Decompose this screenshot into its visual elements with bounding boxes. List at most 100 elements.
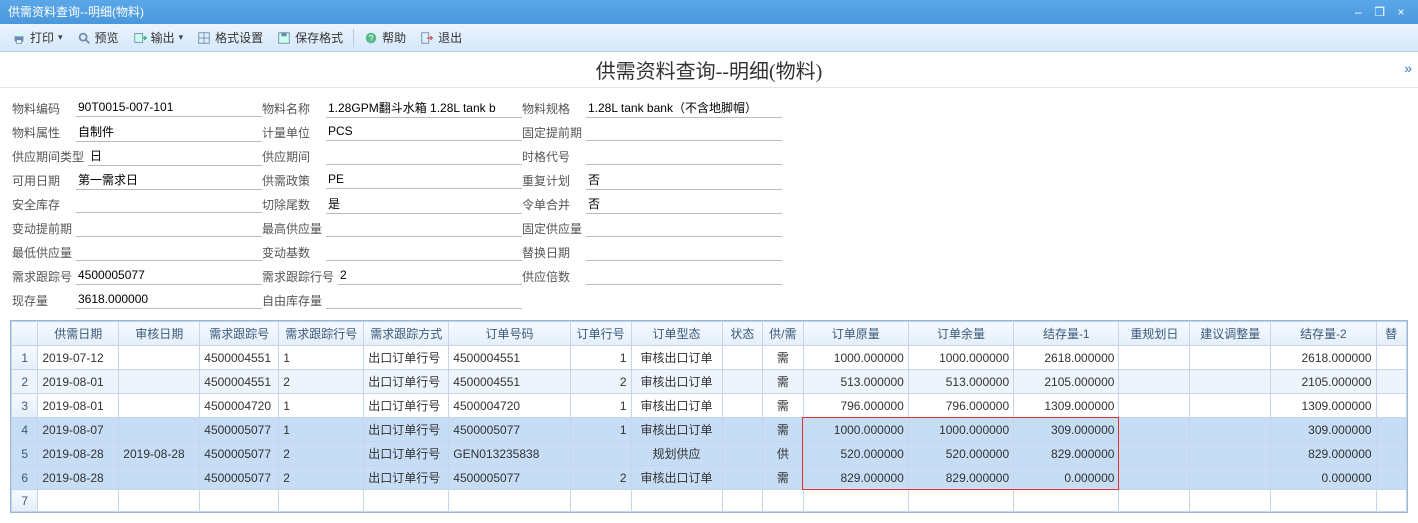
- table-cell[interactable]: 2019-08-28: [38, 466, 119, 490]
- table-cell[interactable]: 出口订单行号: [364, 370, 449, 394]
- table-cell[interactable]: [722, 394, 762, 418]
- table-cell[interactable]: 4500005077: [449, 466, 570, 490]
- table-cell[interactable]: GEN013235838: [449, 442, 570, 466]
- table-cell[interactable]: 4500004720: [449, 394, 570, 418]
- table-cell[interactable]: [763, 490, 803, 512]
- table-cell[interactable]: [722, 370, 762, 394]
- table-cell[interactable]: [119, 370, 200, 394]
- table-cell[interactable]: [1119, 370, 1190, 394]
- table-cell[interactable]: [449, 490, 570, 512]
- table-cell[interactable]: 需: [763, 370, 803, 394]
- table-cell[interactable]: [1190, 394, 1271, 418]
- column-header[interactable]: 需求跟踪号: [200, 322, 279, 346]
- table-cell[interactable]: 1: [279, 346, 364, 370]
- table-cell[interactable]: 829.000000: [908, 466, 1013, 490]
- table-cell[interactable]: 需: [763, 346, 803, 370]
- row-number[interactable]: 2: [12, 370, 38, 394]
- table-cell[interactable]: 审核出口订单: [631, 466, 722, 490]
- table-cell[interactable]: 审核出口订单: [631, 370, 722, 394]
- table-cell[interactable]: [722, 490, 762, 512]
- table-cell[interactable]: 2019-08-28: [119, 442, 200, 466]
- table-cell[interactable]: [119, 394, 200, 418]
- column-header[interactable]: 需求跟踪行号: [279, 322, 364, 346]
- table-cell[interactable]: 1: [279, 394, 364, 418]
- form-value[interactable]: 2: [338, 268, 522, 285]
- table-cell[interactable]: 2618.000000: [1014, 346, 1119, 370]
- table-cell[interactable]: 2105.000000: [1014, 370, 1119, 394]
- table-cell[interactable]: [119, 466, 200, 490]
- table-cell[interactable]: 4500005077: [200, 418, 279, 442]
- table-cell[interactable]: 796.000000: [908, 394, 1013, 418]
- column-header[interactable]: 订单行号: [570, 322, 631, 346]
- table-cell[interactable]: 1: [570, 394, 631, 418]
- form-value[interactable]: 自制件: [76, 123, 262, 142]
- table-cell[interactable]: [1190, 418, 1271, 442]
- table-cell[interactable]: 2105.000000: [1271, 370, 1376, 394]
- form-value[interactable]: [586, 148, 782, 165]
- form-value[interactable]: [586, 124, 782, 141]
- form-value[interactable]: 日: [88, 147, 262, 166]
- table-cell[interactable]: 审核出口订单: [631, 394, 722, 418]
- column-header[interactable]: [12, 322, 38, 346]
- table-cell[interactable]: 2019-08-01: [38, 370, 119, 394]
- row-number[interactable]: 5: [12, 442, 38, 466]
- table-cell[interactable]: 1000.000000: [803, 346, 908, 370]
- column-header[interactable]: 状态: [722, 322, 762, 346]
- table-cell[interactable]: 1000.000000: [908, 346, 1013, 370]
- table-cell[interactable]: 829.000000: [1014, 442, 1119, 466]
- table-cell[interactable]: [722, 346, 762, 370]
- column-header[interactable]: 供需日期: [38, 322, 119, 346]
- form-value[interactable]: 3618.000000: [76, 292, 262, 309]
- table-cell[interactable]: 1: [279, 418, 364, 442]
- table-cell[interactable]: 需: [763, 466, 803, 490]
- form-value[interactable]: 第一需求日: [76, 171, 262, 190]
- table-cell[interactable]: [1119, 442, 1190, 466]
- table-cell[interactable]: [1376, 394, 1406, 418]
- table-cell[interactable]: 4500005077: [200, 442, 279, 466]
- table-cell[interactable]: 2019-08-01: [38, 394, 119, 418]
- table-cell[interactable]: 2019-08-07: [38, 418, 119, 442]
- table-cell[interactable]: 出口订单行号: [364, 346, 449, 370]
- table-cell[interactable]: 513.000000: [803, 370, 908, 394]
- table-cell[interactable]: [722, 418, 762, 442]
- table-cell[interactable]: 520.000000: [803, 442, 908, 466]
- table-cell[interactable]: [1271, 490, 1376, 512]
- table-cell[interactable]: [1376, 418, 1406, 442]
- row-number[interactable]: 7: [12, 490, 38, 512]
- column-header[interactable]: 订单原量: [803, 322, 908, 346]
- table-row[interactable]: 7: [12, 490, 1407, 512]
- column-header[interactable]: 需求跟踪方式: [364, 322, 449, 346]
- form-value[interactable]: PE: [326, 172, 522, 189]
- form-value[interactable]: [76, 220, 262, 237]
- maximize-button[interactable]: ❐: [1371, 0, 1389, 24]
- form-value[interactable]: 1.28GPM翻斗水箱 1.28L tank b: [326, 99, 522, 118]
- table-cell[interactable]: [1376, 490, 1406, 512]
- table-row[interactable]: 22019-08-0145000045512出口订单行号45000045512审…: [12, 370, 1407, 394]
- table-cell[interactable]: 出口订单行号: [364, 466, 449, 490]
- table-cell[interactable]: 1000.000000: [803, 418, 908, 442]
- table-cell[interactable]: 出口订单行号: [364, 418, 449, 442]
- data-grid[interactable]: 供需日期审核日期需求跟踪号需求跟踪行号需求跟踪方式订单号码订单行号订单型态状态供…: [11, 321, 1407, 512]
- form-value[interactable]: [326, 148, 522, 165]
- table-cell[interactable]: 出口订单行号: [364, 394, 449, 418]
- table-cell[interactable]: [1376, 346, 1406, 370]
- column-header[interactable]: 订单余量: [908, 322, 1013, 346]
- format-button[interactable]: 格式设置: [191, 27, 269, 48]
- column-header[interactable]: 订单号码: [449, 322, 570, 346]
- form-value[interactable]: 否: [586, 171, 782, 190]
- table-cell[interactable]: [1119, 490, 1190, 512]
- table-row[interactable]: 42019-08-0745000050771出口订单行号45000050771审…: [12, 418, 1407, 442]
- table-cell[interactable]: [119, 418, 200, 442]
- form-value[interactable]: 否: [586, 195, 782, 214]
- table-cell[interactable]: 0.000000: [1271, 466, 1376, 490]
- table-cell[interactable]: 513.000000: [908, 370, 1013, 394]
- table-row[interactable]: 62019-08-2845000050772出口订单行号45000050772审…: [12, 466, 1407, 490]
- table-cell[interactable]: 2019-08-28: [38, 442, 119, 466]
- table-cell[interactable]: 829.000000: [1271, 442, 1376, 466]
- form-value[interactable]: PCS: [326, 124, 522, 141]
- table-cell[interactable]: [570, 490, 631, 512]
- table-cell[interactable]: 规划供应: [631, 442, 722, 466]
- table-cell[interactable]: 1: [570, 418, 631, 442]
- table-cell[interactable]: 2618.000000: [1271, 346, 1376, 370]
- table-cell[interactable]: 2: [279, 370, 364, 394]
